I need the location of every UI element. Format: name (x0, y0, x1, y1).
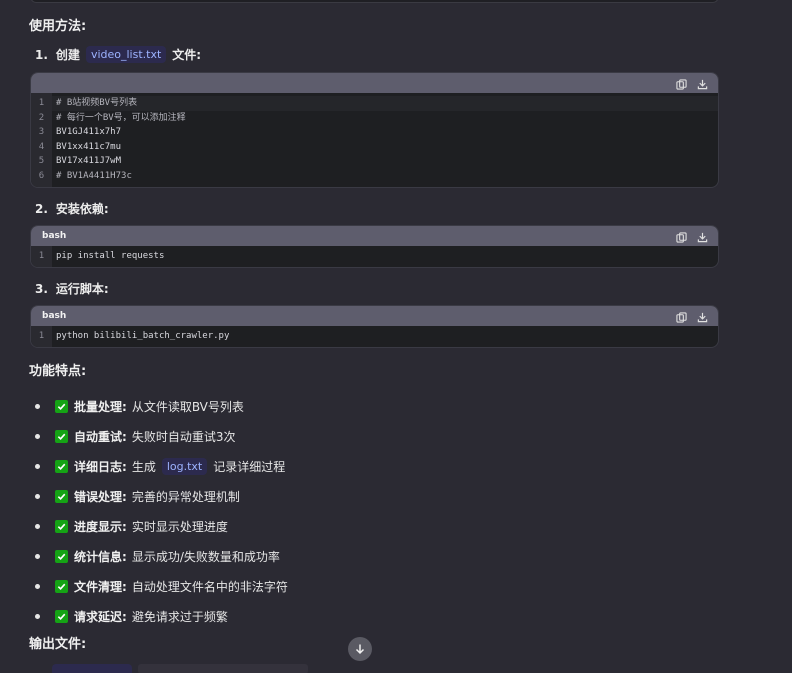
feature-desc: 从文件读取BV号列表 (131, 399, 244, 414)
code-language: bash (42, 231, 67, 241)
feature-desc: 失败时自动重试3次 (131, 429, 236, 444)
code-lines: pip install requests (52, 246, 718, 267)
code-lines: python bilibili_batch_crawler.py (52, 326, 718, 347)
download-icon[interactable] (697, 232, 708, 243)
step-text: 文件: (172, 48, 202, 62)
feature-desc: 显示成功/失败数量和成功率 (131, 549, 280, 564)
line-numbers: 1 (31, 246, 52, 267)
code-block-run: bash 1 python bilibili_batch_crawler.py (30, 305, 719, 348)
feature-label: 详细日志: (74, 459, 127, 474)
code-actions (676, 79, 708, 90)
bullet-dot (35, 403, 40, 409)
copy-icon[interactable] (676, 79, 687, 90)
step-3: 3. 运行脚本: (35, 280, 109, 297)
feature-desc: 自动处理文件名中的非法字符 (131, 579, 288, 594)
check-icon (55, 609, 68, 623)
feature-label: 统计信息: (74, 549, 127, 564)
chat-page: 使用方法: 1. 创建 video_list.txt 文件: 123456 # … (0, 0, 792, 673)
list-item: 详细日志: 生成 log.txt 记录详细过程 (35, 451, 288, 481)
code-line: BV1xx411c7mu (56, 141, 122, 152)
bullet-dot (35, 433, 40, 439)
bullet-dot (35, 523, 40, 529)
code-language: bash (42, 311, 67, 321)
step-text: 安装依赖: (55, 202, 109, 216)
code-line: python bilibili_batch_crawler.py (56, 331, 230, 341)
bullet-dot (35, 463, 40, 469)
feature-label: 自动重试: (74, 429, 127, 444)
check-icon (55, 519, 68, 533)
feature-label: 文件清理: (74, 579, 127, 594)
copy-icon[interactable] (676, 232, 687, 243)
download-icon[interactable] (697, 79, 708, 90)
bullet-dot (35, 583, 40, 589)
inline-code: video_list.txt (85, 46, 167, 63)
previous-code-block-edge (30, 0, 719, 3)
line-numbers: 123456 (31, 93, 52, 187)
inline-code-partial (52, 664, 132, 673)
inline-code: log.txt (161, 457, 208, 475)
step-number: 3. (35, 281, 48, 296)
code-lines: # B站视频BV号列表 # 每行一个BV号，可以添加注释 BV1GJ411x7h… (52, 93, 718, 187)
scroll-to-bottom-button[interactable] (348, 637, 372, 661)
feature-label: 批量处理: (74, 399, 127, 414)
check-icon (55, 489, 68, 503)
code-header: bash (31, 306, 718, 326)
bullet-dot (35, 493, 40, 499)
code-body: 123456 # B站视频BV号列表 # 每行一个BV号，可以添加注释 BV1G… (31, 93, 718, 187)
code-line: BV17x411J7wM (56, 156, 122, 167)
list-item: 进度显示: 实时显示处理进度 (35, 511, 288, 541)
code-line: BV1GJ411x7h7 (56, 127, 122, 138)
check-icon (55, 549, 68, 563)
code-body: 1 python bilibili_batch_crawler.py (31, 326, 718, 347)
code-block-video-list: 123456 # B站视频BV号列表 # 每行一个BV号，可以添加注释 BV1G… (30, 72, 719, 188)
feature-desc: 完善的异常处理机制 (131, 489, 240, 504)
step-number: 1. (35, 47, 48, 62)
bullet-dot (35, 553, 40, 559)
step-text: 创建 (55, 48, 80, 62)
step-text: 运行脚本: (55, 282, 109, 296)
bullet-dot (35, 613, 40, 619)
code-block-install: bash 1 pip install requests (30, 225, 719, 268)
copy-icon[interactable] (676, 312, 687, 323)
step-2: 2. 安装依赖: (35, 200, 109, 217)
code-header (31, 73, 718, 93)
list-item: 统计信息: 显示成功/失败数量和成功率 (35, 541, 288, 571)
feature-desc: 生成 (131, 459, 156, 474)
code-line: pip install requests (56, 251, 165, 261)
code-actions (676, 312, 708, 323)
check-icon (55, 399, 68, 413)
line-numbers: 1 (31, 326, 52, 347)
list-item: 请求延迟: 避免请求过于频繁 (35, 601, 288, 631)
feature-desc: 实时显示处理进度 (131, 519, 228, 534)
check-icon (55, 429, 68, 443)
feature-label: 请求延迟: (74, 609, 127, 624)
code-line: # B站视频BV号列表 (52, 96, 718, 111)
check-icon (55, 459, 68, 473)
features-heading: 功能特点: (29, 364, 87, 379)
code-header: bash (31, 226, 718, 246)
check-icon (55, 579, 68, 593)
list-item: 自动重试: 失败时自动重试3次 (35, 421, 288, 451)
code-actions (676, 232, 708, 243)
list-item: 错误处理: 完善的异常处理机制 (35, 481, 288, 511)
output-heading: 输出文件: (29, 637, 87, 652)
code-line: # BV1A4411H73c (56, 170, 132, 181)
feature-desc: 记录详细过程 (213, 459, 286, 474)
cut-off-text-line (138, 664, 308, 673)
feature-desc: 避免请求过于频繁 (131, 609, 228, 624)
usage-heading: 使用方法: (29, 19, 87, 34)
download-icon[interactable] (697, 312, 708, 323)
step-number: 2. (35, 201, 48, 216)
feature-label: 错误处理: (74, 489, 127, 504)
feature-list: 批量处理: 从文件读取BV号列表 自动重试: 失败时自动重试3次 详细日志: 生… (35, 391, 288, 631)
code-line: # 每行一个BV号，可以添加注释 (56, 112, 186, 123)
step-1: 1. 创建 video_list.txt 文件: (35, 46, 201, 63)
list-item: 文件清理: 自动处理文件名中的非法字符 (35, 571, 288, 601)
list-item: 批量处理: 从文件读取BV号列表 (35, 391, 288, 421)
arrow-down-icon (355, 644, 365, 655)
code-body: 1 pip install requests (31, 246, 718, 267)
feature-label: 进度显示: (74, 519, 127, 534)
